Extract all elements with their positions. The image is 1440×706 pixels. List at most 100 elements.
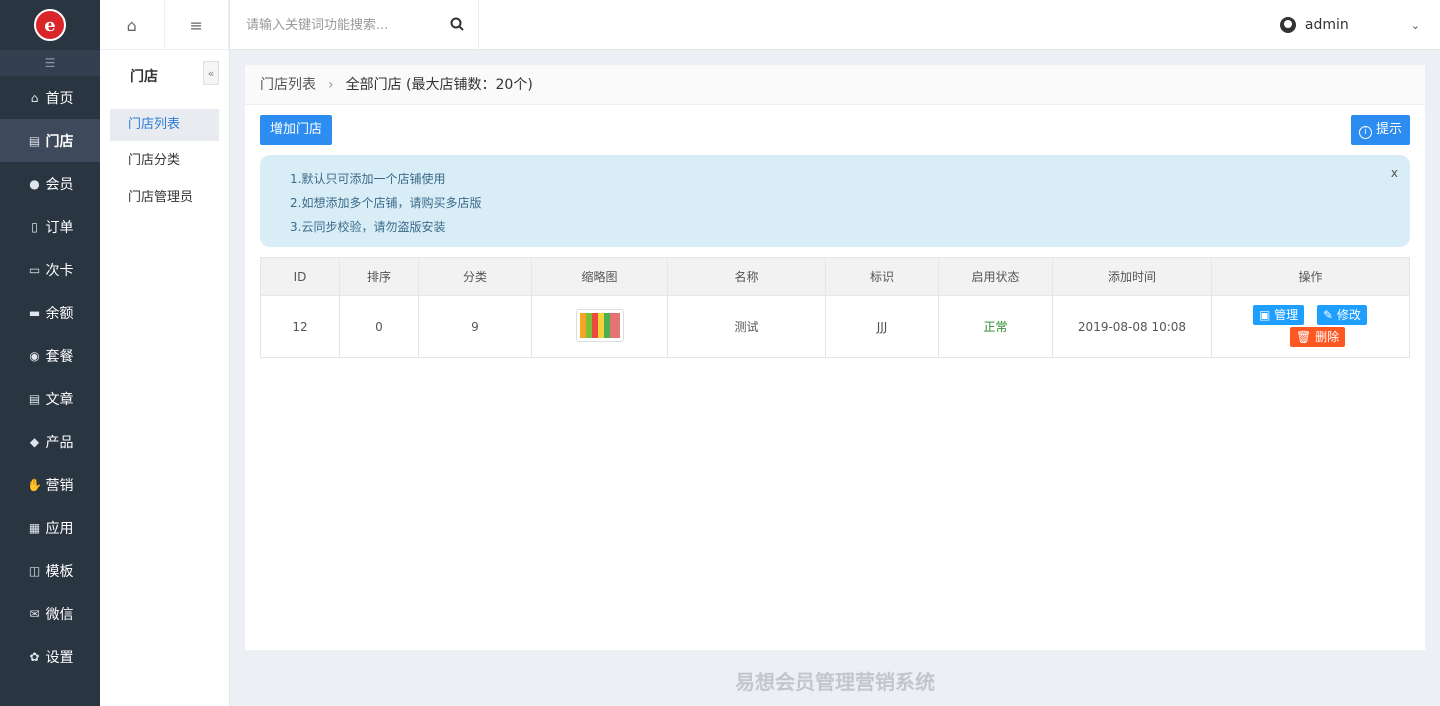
col-status: 启用状态 (938, 257, 1053, 296)
add-store-button[interactable]: 增加门店 (260, 115, 333, 145)
user-menu[interactable]: admin ⌄ (1279, 0, 1420, 50)
nav-item-member[interactable]: ● 会员 (0, 162, 100, 205)
subnav-item-store-admin[interactable]: 门店管理员 (110, 182, 219, 214)
cell-thumbnail (531, 295, 668, 358)
search-icon[interactable] (450, 17, 464, 31)
breadcrumb-parent[interactable]: 门店列表 (260, 77, 316, 93)
card-icon: ▭ (28, 262, 41, 277)
subnav-title: 门店 (130, 69, 158, 85)
hint-label: 提示 (1375, 122, 1402, 137)
col-name: 名称 (667, 257, 826, 296)
table-row: 12 0 9 测试 JJJ 正常 2019-08-08 10:08 ▣ 管理 ✎… (260, 295, 1410, 358)
nav-item-package[interactable]: ◉ 套餐 (0, 334, 100, 377)
nav-item-tag[interactable]: ◆ 产品 (0, 420, 100, 463)
tip-line: 1.默认只可添加一个店铺使用 (290, 172, 446, 186)
close-icon[interactable]: x (1391, 161, 1398, 185)
cell-name: 测试 (667, 295, 826, 358)
tip-line: 2.如想添加多个店铺，请购买多店版 (290, 196, 482, 210)
nav-item-wechat[interactable]: ✉ 微信 (0, 592, 100, 635)
hamburger-icon: ≡ (189, 15, 203, 35)
store-thumbnail[interactable] (575, 308, 624, 342)
user-icon (1279, 17, 1296, 33)
info-icon: i (1358, 126, 1372, 139)
store-icon: ▤ (28, 133, 41, 148)
edit-label: 修改 (1336, 308, 1361, 322)
chevron-right-icon: › (328, 77, 334, 93)
nav-item-label: 订单 (45, 219, 74, 236)
content-card: 门店列表 › 全部门店 (最大店铺数：20个) 增加门店 i 提示 1.默认只可添加… (245, 65, 1425, 650)
member-icon: ● (29, 176, 40, 191)
nav-item-article[interactable]: ▤ 文章 (0, 377, 100, 420)
manage-button[interactable]: ▣ 管理 (1253, 305, 1305, 325)
top-bar: admin ⌄ (230, 0, 1440, 50)
article-icon: ▤ (28, 391, 41, 406)
user-name: admin (1304, 17, 1349, 33)
breadcrumb-current: 全部门店 (最大店铺数：20个) (345, 77, 533, 93)
nav-item-label: 应用 (45, 520, 74, 537)
cell-sort: 0 (339, 295, 419, 358)
trash-icon: 🗑 (1296, 330, 1312, 344)
home-icon: ⌂ (30, 90, 39, 105)
nav-item-template[interactable]: ◫ 模板 (0, 549, 100, 592)
nav-item-label: 余额 (45, 305, 74, 322)
table-header-row: ID 排序 分类 缩略图 名称 标识 启用状态 添加时间 操作 (260, 257, 1410, 296)
cell-actions: ▣ 管理 ✎ 修改 🗑 删除 (1211, 295, 1410, 358)
col-thumbnail: 缩略图 (531, 257, 668, 296)
search-box (230, 0, 479, 50)
sub-nav: ⌂ ≡ 门店 « 门店列表 门店分类 门店管理员 (100, 0, 230, 706)
nav-item-label: 门店 (45, 133, 74, 150)
nav-item-label: 营销 (45, 477, 74, 494)
cell-status: 正常 (938, 295, 1053, 358)
order-icon: ▯ (31, 219, 38, 234)
nav-item-home[interactable]: ⌂ 首页 (0, 76, 100, 119)
cell-code: JJJ (825, 295, 939, 358)
subnav-item-store-category[interactable]: 门店分类 (110, 145, 219, 177)
thumbs-up-icon: ✋ (27, 477, 42, 492)
fold-sidebar-button[interactable]: « (203, 61, 219, 85)
template-icon: ◫ (28, 563, 41, 578)
home-icon: ⌂ (126, 15, 137, 35)
edit-button[interactable]: ✎ 修改 (1317, 305, 1367, 325)
breadcrumb: 门店列表 › 全部门店 (最大店铺数：20个) (245, 65, 1425, 105)
cell-id: 12 (260, 295, 340, 358)
cell-added: 2019-08-08 10:08 (1052, 295, 1212, 358)
nav-item-balance[interactable]: ▬ 余额 (0, 291, 100, 334)
hint-button[interactable]: i 提示 (1350, 115, 1410, 145)
subnav-item-store-list[interactable]: 门店列表 (110, 109, 219, 141)
menu-toggle-button[interactable]: ≡ (165, 0, 229, 50)
tag-icon: ◆ (29, 434, 40, 449)
nav-item-settings[interactable]: ✿ 设置 (0, 635, 100, 678)
nav-item-label: 模板 (45, 563, 74, 580)
search-input[interactable] (246, 17, 436, 33)
delete-label: 删除 (1315, 330, 1340, 344)
logo[interactable]: e (0, 0, 100, 50)
list-indent-icon[interactable]: ☰ (0, 50, 100, 76)
nav-item-label: 文章 (45, 391, 74, 408)
package-icon: ◉ (29, 348, 40, 363)
nav-item-card[interactable]: ▭ 次卡 (0, 248, 100, 291)
balance-icon: ▬ (28, 305, 41, 320)
col-id: ID (260, 257, 340, 296)
home-button[interactable]: ⌂ (100, 0, 165, 50)
store-table: ID 排序 分类 缩略图 名称 标识 启用状态 添加时间 操作 12 0 9 测… (260, 257, 1410, 358)
delete-button[interactable]: 🗑 删除 (1290, 327, 1346, 347)
nav-item-order[interactable]: ▯ 订单 (0, 205, 100, 248)
col-actions: 操作 (1211, 257, 1410, 296)
nav-item-label: 套餐 (45, 348, 74, 365)
main-nav: e ☰ ⌂ 首页 ▤ 门店 ● 会员 ▯ 订单 ▭ 次卡 ▬ 余额 ◉ 套餐 ▤ 文章 ◆ 产品 ✋ 营销 ▦ 应用 ◫ 模板… (0, 0, 100, 706)
nav-item-store[interactable]: ▤ 门店 (0, 119, 100, 162)
footer-brand: 易想会员管理营销系统 (735, 670, 935, 694)
col-added: 添加时间 (1052, 257, 1212, 296)
nav-item-label: 次卡 (45, 262, 74, 279)
nav-item-label: 产品 (45, 434, 74, 451)
tip-alert: 1.默认只可添加一个店铺使用 2.如想添加多个店铺，请购买多店版 3.云同步校验… (260, 155, 1410, 247)
nav-item-label: 设置 (45, 649, 74, 666)
nav-item-thumbs-up[interactable]: ✋ 营销 (0, 463, 100, 506)
tip-line: 3.云同步校验，请勿盗版安装 (290, 220, 446, 234)
nav-item-label: 会员 (45, 176, 74, 193)
clipboard-icon: ▣ (1259, 308, 1271, 322)
col-category: 分类 (418, 257, 532, 296)
settings-icon: ✿ (29, 649, 40, 664)
nav-item-apps[interactable]: ▦ 应用 (0, 506, 100, 549)
manage-label: 管理 (1274, 308, 1299, 322)
